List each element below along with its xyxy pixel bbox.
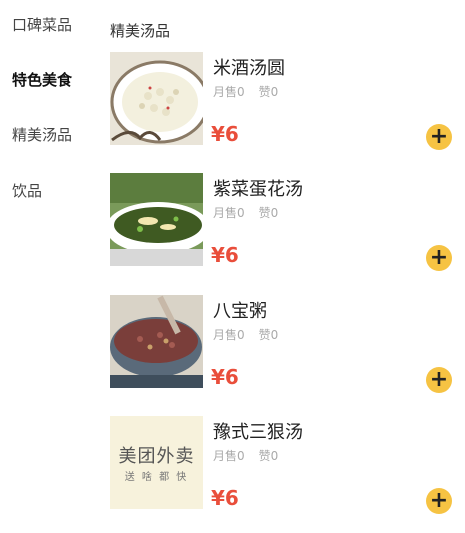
sidebar-item-tese[interactable]: 特色美食 [12,69,72,90]
monthly-sales: 月售0 [213,328,245,342]
like-count: 赞0 [258,328,279,342]
dish-name: 紫菜蛋花汤 [213,179,303,200]
dish-stats: 月售0 赞0 [213,83,292,100]
dish-item[interactable]: 紫菜蛋花汤 月售0 赞0 ¥6 + [110,173,465,271]
dish-item[interactable]: 米酒汤圆 月售0 赞0 ¥6 + [110,52,465,150]
dish-photo-seaweed-egg-soup [110,173,203,266]
dish-photo-eight-treasure-porridge [110,295,203,388]
like-count: 赞0 [258,449,279,463]
placeholder-slogan: 送 啥 都 快 [124,472,189,483]
monthly-sales: 月售0 [213,85,245,99]
section-title: 精美汤品 [110,22,171,40]
add-to-cart-button[interactable]: + [426,367,452,393]
dish-stats: 月售0 赞0 [213,204,292,221]
dish-stats: 月售0 赞0 [213,326,292,343]
like-count: 赞0 [258,85,279,99]
dish-name: 米酒汤圆 [213,58,285,79]
monthly-sales: 月售0 [213,449,245,463]
meituan-placeholder-image: 美团外卖 送 啥 都 快 [110,416,203,509]
app-root: 口碑菜品 特色美食 精美汤品 饮品 精美汤品 米酒汤圆 月售0 赞0 ¥6 + … [0,0,465,533]
add-to-cart-button[interactable]: + [426,245,452,271]
dish-name: 八宝粥 [213,301,267,322]
placeholder-title: 美团外卖 [118,446,195,467]
sidebar-item-yinpin[interactable]: 饮品 [12,180,42,201]
dish-stats: 月售0 赞0 [213,447,292,464]
monthly-sales: 月售0 [213,206,245,220]
dish-price: ¥6 [211,122,239,146]
dish-list: 精美汤品 米酒汤圆 月售0 赞0 ¥6 + 紫菜蛋花汤 月售0 赞0 ¥6 + … [100,0,465,533]
like-count: 赞0 [258,206,279,220]
dish-price: ¥6 [211,243,239,267]
sidebar-item-koubei[interactable]: 口碑菜品 [12,14,72,35]
dish-photo-rice-wine-dumpling [110,52,203,145]
dish-name: 豫式三狠汤 [213,422,303,443]
add-to-cart-button[interactable]: + [426,124,452,150]
add-to-cart-button[interactable]: + [426,488,452,514]
dish-item[interactable]: 八宝粥 月售0 赞0 ¥6 + [110,295,465,393]
sidebar-item-tangpin[interactable]: 精美汤品 [12,124,72,145]
dish-item[interactable]: 美团外卖 送 啥 都 快 豫式三狠汤 月售0 赞0 ¥6 + [110,416,465,514]
dish-price: ¥6 [211,365,239,389]
dish-price: ¥6 [211,486,239,510]
category-sidebar: 口碑菜品 特色美食 精美汤品 饮品 [0,0,100,533]
